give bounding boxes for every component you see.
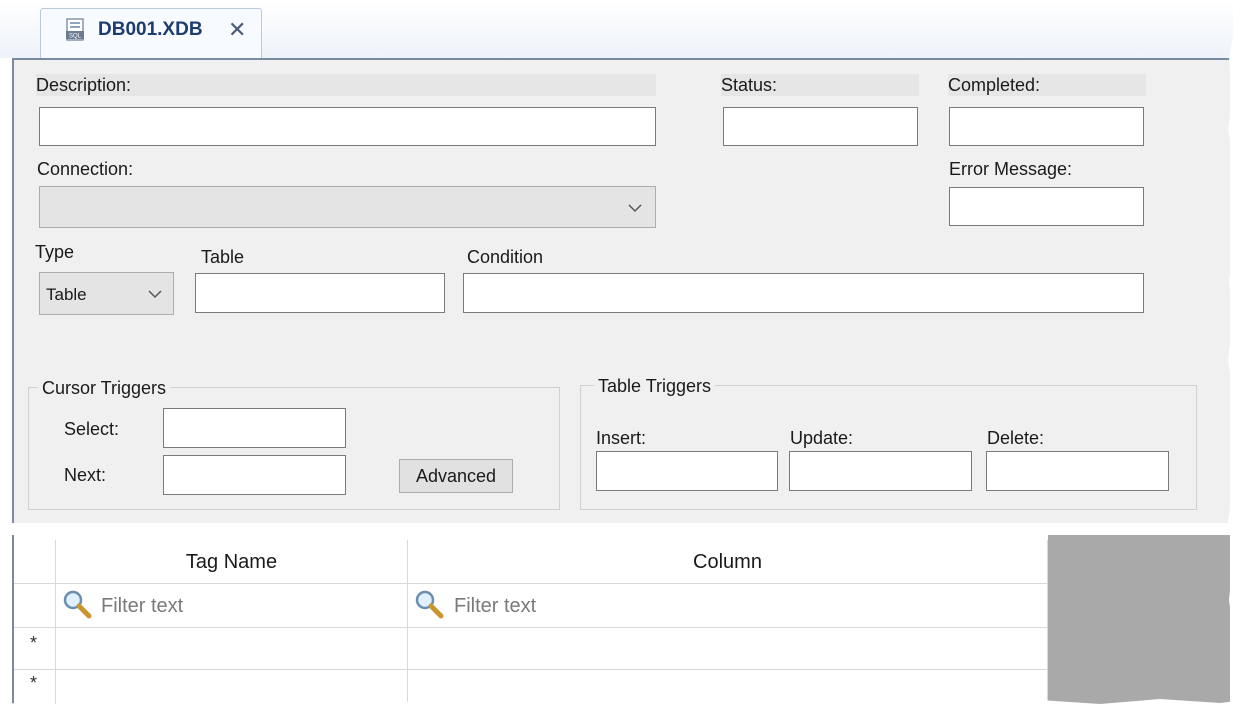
error-message-input[interactable] [949,187,1144,226]
connection-label: Connection: [37,159,134,179]
delete-trigger-label: Delete: [987,428,1045,448]
torn-edge-right [1228,0,1244,713]
select-trigger-label: Select: [64,419,120,439]
chevron-down-icon[interactable] [626,199,644,217]
column-header-column[interactable]: Column [408,540,1048,584]
column-header-tag-name[interactable]: Tag Name [56,540,408,584]
filter-placeholder-column: Filter text [454,595,537,617]
sql-file-icon: SQL [66,18,84,41]
cursor-triggers-title: Cursor Triggers [38,377,171,399]
type-label: Type [35,242,75,262]
next-trigger-input[interactable] [163,455,346,495]
update-trigger-input[interactable] [789,451,972,491]
chevron-down-icon[interactable] [146,285,164,303]
status-label: Status: [721,74,919,96]
insert-trigger-input[interactable] [596,451,778,491]
close-icon[interactable]: ✕ [228,18,246,42]
select-trigger-input[interactable] [163,408,346,448]
filter-placeholder-tag-name: Filter text [101,595,184,617]
condition-label: Condition [467,247,544,267]
table-label: Table [201,247,245,267]
magnifier-icon [63,590,92,619]
delete-trigger-input[interactable] [986,451,1169,491]
table-cell[interactable] [408,628,1048,670]
row-header [14,584,56,628]
description-label: Description: [36,74,656,96]
condition-input[interactable] [463,273,1144,313]
advanced-button[interactable]: Advanced [399,459,513,493]
completed-input[interactable] [949,107,1144,146]
table-triggers-title: Table Triggers [594,375,716,397]
grid-empty-area [1048,535,1230,713]
error-message-label: Error Message: [949,159,1073,179]
torn-edge-bottom [0,698,1244,713]
table-triggers-group [580,385,1197,510]
type-select-value: Table [46,285,87,304]
svg-text:SQL: SQL [69,34,82,40]
table-input[interactable] [195,273,445,313]
update-trigger-label: Update: [790,428,854,448]
magnifier-icon [415,590,444,619]
tab-title: DB001.XDB [98,19,203,40]
insert-trigger-label: Insert: [596,428,647,448]
row-header-corner [14,540,56,584]
status-input[interactable] [723,107,918,146]
next-trigger-label: Next: [64,465,107,485]
completed-label: Completed: [948,74,1146,96]
new-row-marker: * [30,633,38,653]
description-input[interactable] [39,107,656,146]
connection-select[interactable] [39,186,656,228]
table-cell[interactable] [56,628,408,670]
